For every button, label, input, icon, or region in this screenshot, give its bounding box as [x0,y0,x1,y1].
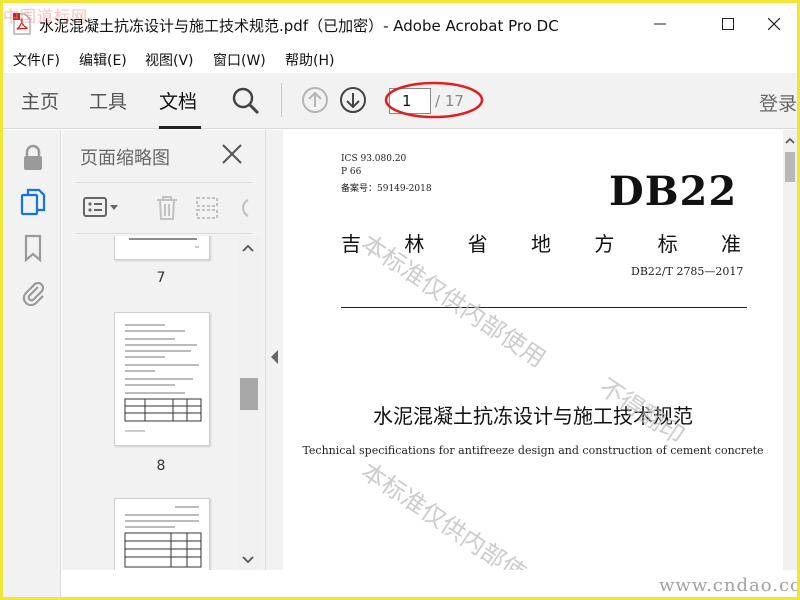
red-annotation-ellipse [384,81,484,119]
standard-number: DB22/T 2785—2017 [631,265,744,278]
menu-help[interactable]: 帮助(H) [285,50,334,70]
page-thumbnail-7[interactable] [114,236,210,260]
scroll-down-arrow-icon[interactable] [241,554,255,566]
minimize-icon [654,23,666,25]
attachment-icon[interactable] [20,278,46,306]
scrollbar-thumb[interactable] [785,152,795,182]
search-icon[interactable] [231,86,261,116]
app-window: 中国道标网 水泥混凝土抗冻设计与施工技术规范.pdf（已加密）- Adobe A… [0,0,800,600]
document-scrollbar[interactable] [783,130,797,570]
page-8-preview [124,324,202,432]
authority-char: 省 [467,232,488,256]
window-title: 水泥混凝土抗冻设计与施工技术规范.pdf（已加密）- Adobe Acrobat… [39,17,559,35]
page-7-preview [129,238,199,248]
tab-document[interactable]: 文档 [159,87,197,114]
thumbnail-list: 7 8 [76,236,236,570]
menu-view[interactable]: 视图(V) [145,50,194,70]
authority-char: 地 [530,232,551,256]
p-code: P 66 [341,167,362,177]
menu-file[interactable]: 文件(F) [13,50,60,70]
page-thumbnails-icon[interactable] [20,188,46,216]
menu-bar: 文件(F) 编辑(E) 视图(V) 窗口(W) 帮助(H) [3,47,797,73]
thumbnail-label-7: 7 [156,270,166,286]
lock-icon[interactable] [20,144,46,172]
page-thumbnail-9[interactable] [114,498,210,570]
close-window-button[interactable] [751,9,797,39]
toolbar: 主页 工具 文档 1 / 17 登录 [3,73,797,129]
thumbnail-panel: 页面缩略图 7 8 [62,130,266,570]
authority-char: 标 [657,232,678,256]
document-title-cn: 水泥混凝土抗冻设计与施工技术规范 [373,404,693,428]
previous-page-icon[interactable] [301,86,329,114]
standard-code-large: DB22 [609,168,738,215]
pdf-page: ICS 93.080.20 P 66 备案号：59149-2018 DB22 吉… [283,130,783,570]
document-title-en: Technical specifications for antifreeze … [302,444,764,457]
watermark-text: 本标准仅供内部使 [355,456,531,570]
record-number: 备案号：59149-2018 [341,184,432,194]
authority-char: 准 [720,232,741,256]
thumbnail-scrollbar[interactable] [238,236,260,570]
bookmark-icon[interactable] [20,234,46,262]
title-rule [341,307,747,308]
site-watermark-bottom: www.cndao.com [659,575,797,596]
panel-title: 页面缩略图 [80,148,170,169]
collapse-panel-handle[interactable] [266,130,283,570]
ics-code: ICS 93.080.20 [341,154,407,164]
menu-window[interactable]: 窗口(W) [213,50,266,70]
next-page-icon[interactable] [339,86,367,114]
page-thumbnail-8[interactable] [114,312,210,446]
authority-char: 方 [594,232,615,256]
thumbnail-label-8: 8 [156,458,166,474]
minimize-button[interactable] [637,9,683,39]
maximize-icon [722,18,734,30]
delete-page-icon[interactable] [154,194,180,222]
thumbnail-toolbar [76,182,252,234]
page-9-preview [124,506,202,568]
login-link[interactable]: 登录 [759,89,797,116]
scrollbar-thumb[interactable] [240,378,258,410]
replace-page-icon[interactable] [194,194,220,222]
rotate-page-icon[interactable] [234,194,252,222]
close-icon [768,18,780,30]
collapse-left-icon [271,350,278,364]
title-bar: 中国道标网 水泥混凝土抗冻设计与施工技术规范.pdf（已加密）- Adobe A… [3,3,797,47]
menu-edit[interactable]: 编辑(E) [79,50,127,70]
left-tool-rail [3,130,61,597]
tab-home[interactable]: 主页 [21,87,59,114]
maximize-button[interactable] [705,9,751,39]
scroll-up-arrow-icon[interactable] [241,242,255,254]
tab-tools[interactable]: 工具 [89,87,127,114]
thumbnail-options-icon[interactable] [82,195,122,221]
toolbar-divider [281,83,282,117]
close-panel-icon[interactable] [220,142,244,166]
active-tab-indicator [159,126,201,129]
document-view[interactable]: ICS 93.080.20 P 66 备案号：59149-2018 DB22 吉… [283,130,783,570]
scroll-up-arrow-icon[interactable] [785,136,795,146]
